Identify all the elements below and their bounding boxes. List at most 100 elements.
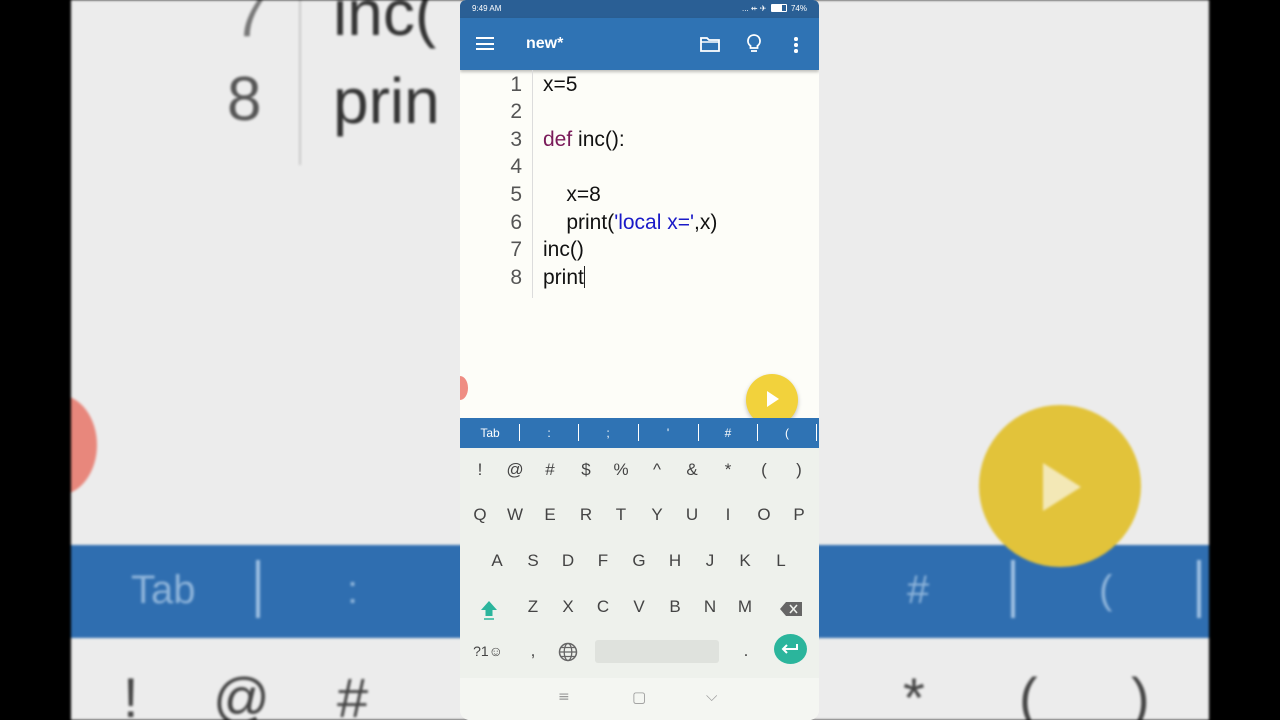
symbol-key-hash[interactable]: #: [700, 426, 756, 440]
key[interactable]: T: [604, 505, 638, 525]
backdrop-red-shape: [71, 395, 97, 495]
system-nav-bar: ≡ ▢ ⌵: [460, 678, 819, 720]
menu-icon[interactable]: [476, 37, 494, 50]
enter-icon[interactable]: [774, 634, 807, 664]
period-key[interactable]: .: [729, 641, 763, 661]
key[interactable]: U: [675, 505, 709, 525]
key[interactable]: V: [622, 597, 656, 617]
status-bar: 9:49 AM ... ⇷ ✈ 74%: [460, 0, 819, 18]
key[interactable]: ^: [640, 460, 674, 480]
code-token: print(: [543, 211, 615, 234]
backdrop-bar-divider: [256, 560, 260, 618]
key[interactable]: M: [728, 597, 762, 617]
line-number: 7: [510, 238, 522, 261]
backdrop-key: *: [903, 666, 925, 720]
backdrop-bar-text: :: [347, 568, 359, 612]
symbol-key-colon[interactable]: :: [521, 426, 577, 440]
key[interactable]: O: [747, 505, 781, 525]
key[interactable]: I: [711, 505, 745, 525]
key[interactable]: %: [604, 460, 638, 480]
key[interactable]: C: [586, 597, 620, 617]
phone-screen: 9:49 AM ... ⇷ ✈ 74% new* 1 2 3 4 5 6 7 8…: [460, 0, 819, 720]
recent-apps-icon[interactable]: ≡: [558, 689, 570, 705]
key[interactable]: (: [747, 460, 781, 480]
code-editor[interactable]: 1 2 3 4 5 6 7 8 x=5 def inc(): x=8 print…: [460, 70, 819, 418]
key[interactable]: *: [711, 460, 745, 480]
backdrop-gutter: [299, 0, 301, 165]
soft-keyboard: ! @ # $ % ^ & * ( ) Q W E R T Y U I O P …: [460, 448, 819, 678]
key[interactable]: W: [498, 505, 532, 525]
text-cursor: [583, 266, 585, 288]
line-number: 3: [510, 128, 522, 151]
backdrop-bar-text: #: [907, 568, 930, 612]
key[interactable]: Q: [463, 505, 497, 525]
key[interactable]: Z: [516, 597, 550, 617]
globe-icon[interactable]: [558, 642, 578, 666]
backdrop-bar-text: (: [1099, 568, 1113, 612]
key[interactable]: S: [516, 551, 550, 571]
code-line-7: inc(): [543, 238, 584, 261]
line-number: 4: [510, 155, 522, 178]
status-time: 9:49 AM: [472, 4, 502, 13]
key[interactable]: D: [551, 551, 585, 571]
key[interactable]: R: [569, 505, 603, 525]
symbol-key-semicolon[interactable]: ;: [580, 426, 636, 440]
backdrop-line-number: 7: [233, 0, 268, 50]
symbol-key-quote[interactable]: ': [640, 426, 696, 440]
code-token: ,x): [694, 211, 718, 234]
key[interactable]: @: [498, 460, 532, 480]
backdrop-bar-text: Tab: [131, 568, 196, 612]
key[interactable]: P: [782, 505, 816, 525]
key[interactable]: B: [658, 597, 692, 617]
key[interactable]: &: [675, 460, 709, 480]
key[interactable]: J: [693, 551, 727, 571]
key[interactable]: X: [551, 597, 585, 617]
code-line-1: x=5: [543, 73, 578, 96]
line-number: 1: [510, 73, 522, 96]
key[interactable]: L: [764, 551, 798, 571]
gutter-divider: [532, 70, 533, 298]
symbol-key-paren[interactable]: (: [759, 426, 815, 440]
more-vert-icon[interactable]: [794, 37, 798, 55]
back-icon[interactable]: ⌵: [706, 687, 717, 705]
key[interactable]: E: [533, 505, 567, 525]
key[interactable]: #: [533, 460, 567, 480]
key[interactable]: Y: [640, 505, 674, 525]
app-bar: new*: [460, 18, 819, 70]
space-key[interactable]: [595, 640, 719, 663]
key[interactable]: K: [728, 551, 762, 571]
shift-icon[interactable]: [479, 599, 499, 625]
key[interactable]: $: [569, 460, 603, 480]
home-icon[interactable]: ▢: [632, 688, 646, 706]
battery-icon: [770, 4, 787, 12]
key[interactable]: N: [693, 597, 727, 617]
battery-percent: 74%: [790, 4, 807, 13]
string-token: 'local x=': [614, 211, 694, 234]
backdrop-key: !: [123, 666, 139, 720]
key[interactable]: A: [480, 551, 514, 571]
backdrop-code: inc(: [333, 0, 437, 49]
symbol-divider: [757, 424, 758, 441]
folder-icon[interactable]: [700, 36, 720, 56]
symbol-divider: [698, 424, 699, 441]
line-number: 6: [510, 211, 522, 234]
symbols-key[interactable]: ?1☺: [468, 643, 508, 659]
backdrop-bar-divider: [1197, 560, 1201, 618]
backdrop-line-number: 8: [227, 65, 262, 134]
key[interactable]: F: [586, 551, 620, 571]
backdrop-key: @: [213, 666, 270, 720]
comma-key[interactable]: ,: [516, 641, 550, 661]
backdrop-bar-divider: [1011, 560, 1015, 618]
lightbulb-icon[interactable]: [746, 34, 762, 58]
backspace-icon[interactable]: [780, 601, 802, 620]
backdrop-code: prin: [333, 65, 440, 137]
backdrop-play-icon: [979, 405, 1141, 567]
symbol-key-tab[interactable]: Tab: [462, 426, 518, 440]
key[interactable]: !: [463, 460, 497, 480]
symbol-divider: [519, 424, 520, 441]
key[interactable]: ): [782, 460, 816, 480]
line-number: 2: [510, 100, 522, 123]
key[interactable]: H: [658, 551, 692, 571]
status-icons: ... ⇷ ✈ 74%: [742, 4, 807, 13]
key[interactable]: G: [622, 551, 656, 571]
